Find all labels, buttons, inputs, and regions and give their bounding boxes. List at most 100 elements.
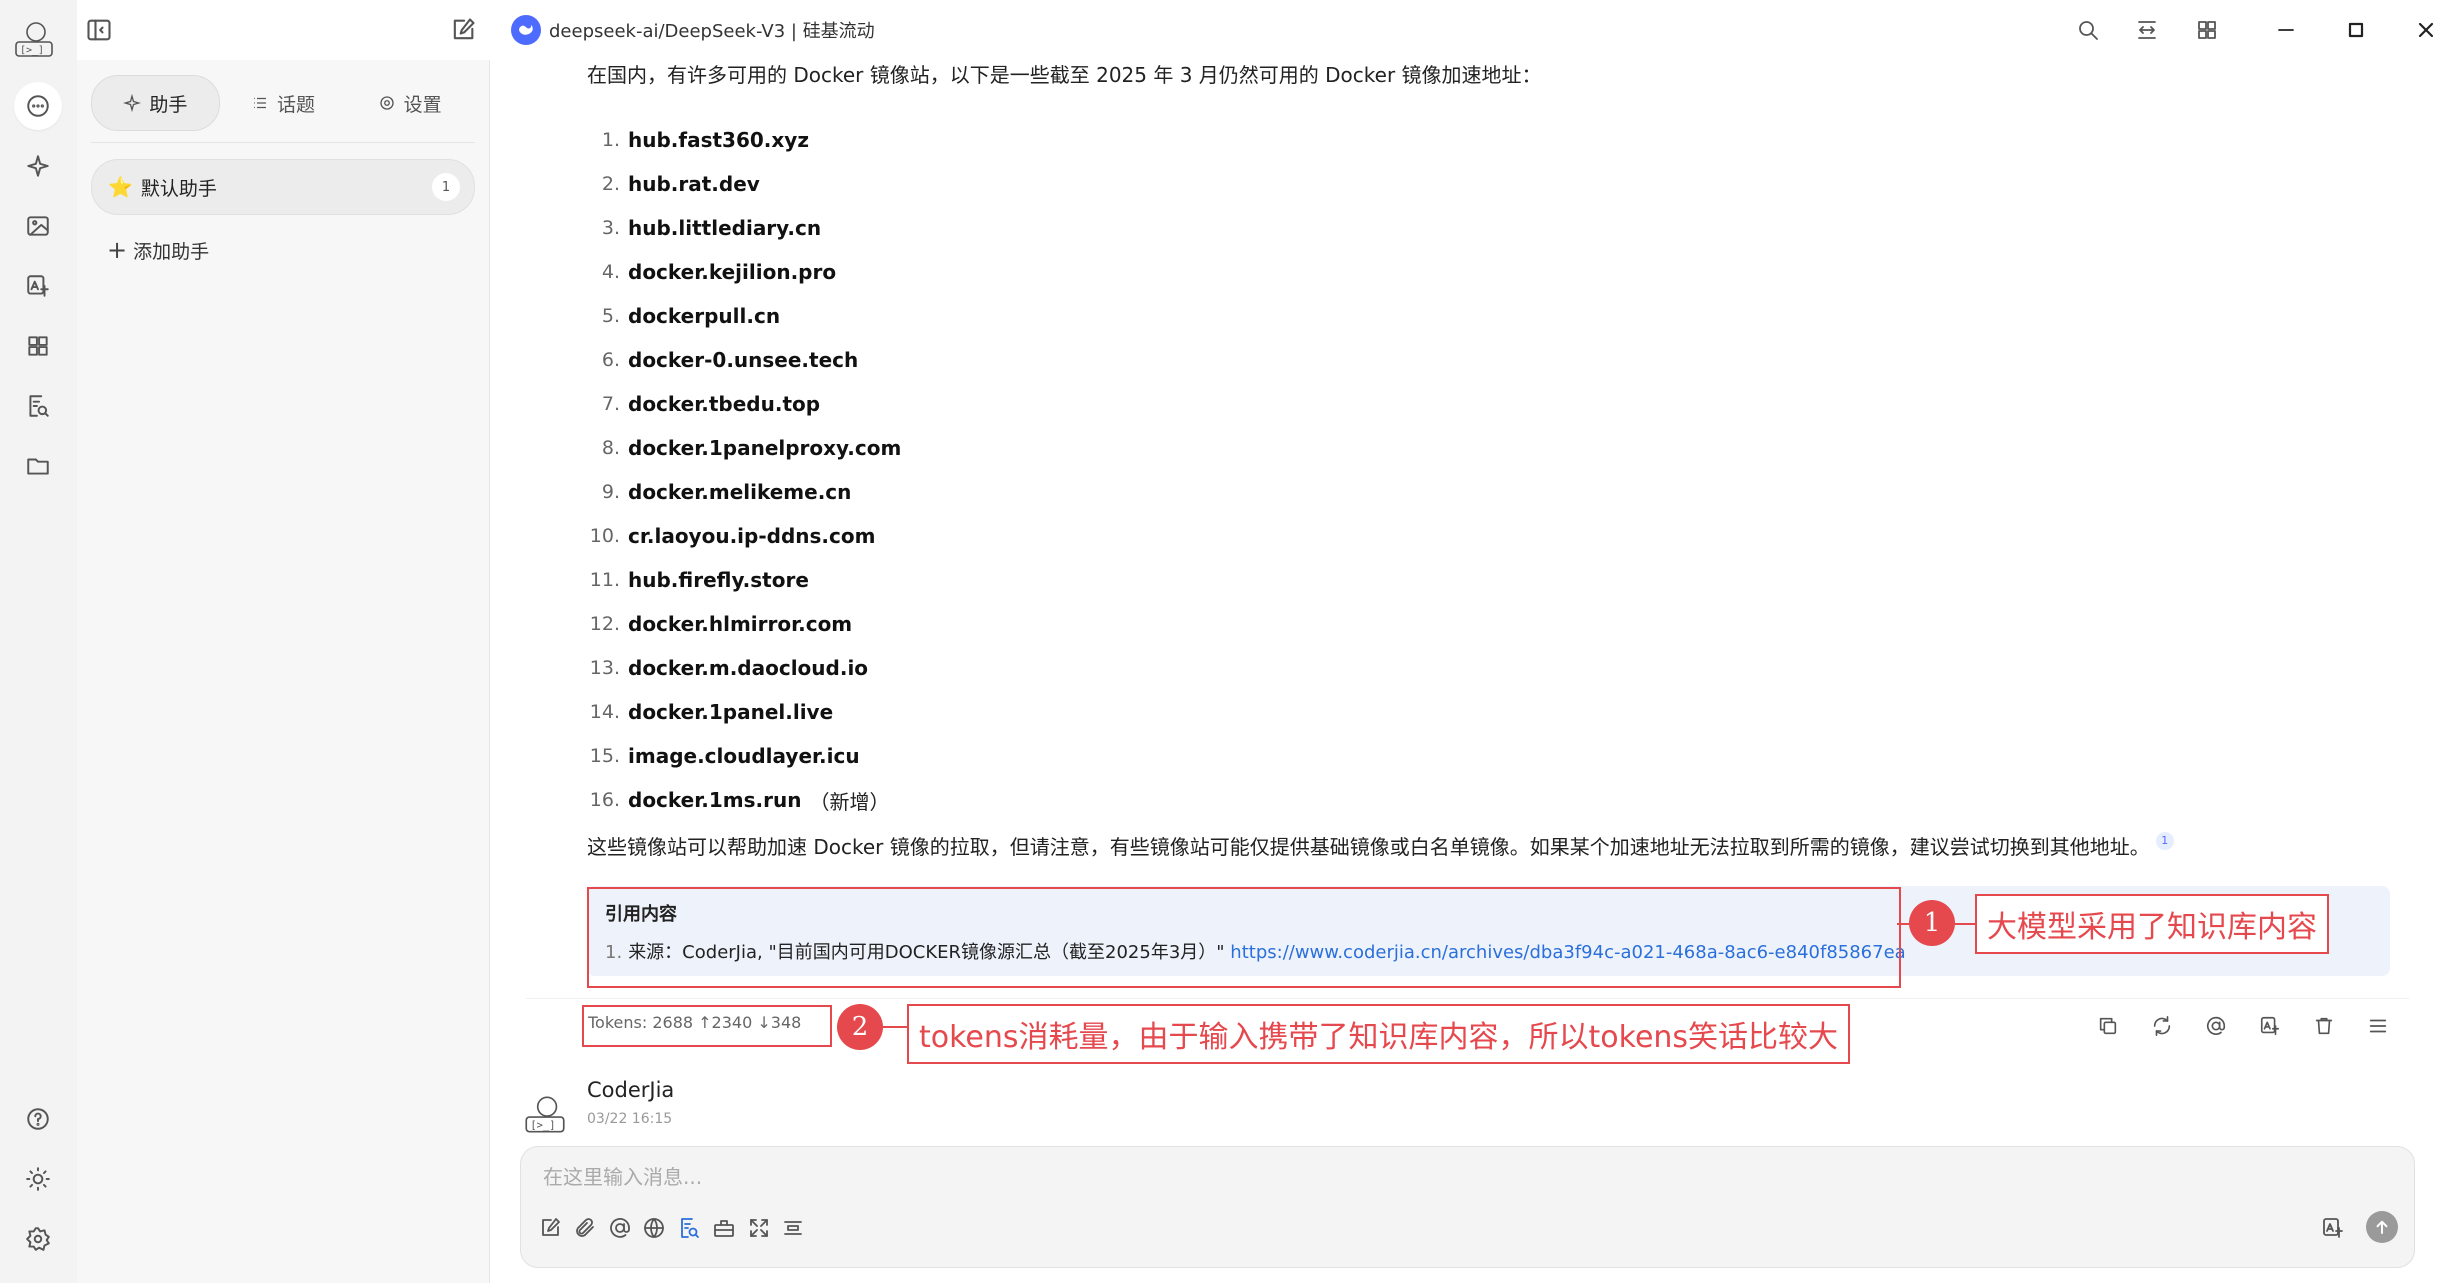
- close-icon: [2418, 22, 2434, 38]
- mirror-host: docker.melikeme.cn: [628, 480, 852, 504]
- rail-knowledge-button[interactable]: [14, 382, 62, 430]
- mirror-host: docker.1ms.run: [628, 788, 802, 812]
- topic-count-badge: 1: [432, 173, 460, 201]
- close-button[interactable]: [2410, 14, 2442, 46]
- sparkle-icon: [123, 94, 142, 112]
- rail-apps-button[interactable]: [14, 322, 62, 370]
- rail-settings-button[interactable]: [14, 1215, 62, 1263]
- attachment-tool[interactable]: [568, 1211, 602, 1245]
- image-icon: [27, 216, 49, 236]
- rail-agents-button[interactable]: [14, 142, 62, 190]
- expand-horizontal-icon: [2138, 21, 2156, 39]
- mirror-host: cr.laoyou.ip-ddns.com: [628, 524, 876, 548]
- translate-icon: [2323, 1218, 2343, 1238]
- search-button[interactable]: [2072, 14, 2104, 46]
- clear-tool[interactable]: [776, 1211, 810, 1245]
- avatar: [>_]: [520, 1092, 570, 1138]
- assistant-name: 默认助手: [140, 177, 217, 200]
- more-menu-button[interactable]: [2362, 1010, 2394, 1042]
- new-topic-tool[interactable]: [533, 1211, 567, 1245]
- mirror-host: hub.rat.dev: [628, 172, 760, 196]
- annotation-box-reference: [587, 887, 1901, 988]
- web-search-tool[interactable]: [637, 1211, 671, 1245]
- new-topic-icon[interactable]: [449, 16, 477, 44]
- folder-icon: [27, 458, 49, 475]
- translate-input-tool[interactable]: [2316, 1211, 2350, 1245]
- fullscreen-tool[interactable]: [742, 1211, 776, 1245]
- grid-icon: [2198, 21, 2216, 39]
- knowledge-base-icon: [681, 1218, 699, 1238]
- list-number: 5.: [601, 305, 620, 327]
- apps-icon: [28, 336, 48, 356]
- star-icon: ⭐: [108, 175, 133, 199]
- rail-image-button[interactable]: [14, 202, 62, 250]
- list-number: 9.: [601, 481, 620, 503]
- mirror-host: hub.littlediary.cn: [628, 216, 822, 240]
- annotation-box-tokens: [582, 1005, 832, 1047]
- add-assistant-button[interactable]: + 添加助手: [107, 236, 209, 264]
- mention-model-tool[interactable]: [603, 1211, 637, 1245]
- list-number: 13.: [589, 657, 620, 679]
- layout-button[interactable]: [2191, 14, 2223, 46]
- list-number: 14.: [589, 701, 620, 723]
- expand-width-button[interactable]: [2131, 14, 2163, 46]
- toolbox-tool[interactable]: [707, 1211, 741, 1245]
- tab-topics[interactable]: 话题: [220, 76, 347, 130]
- list-number: 1.: [601, 129, 620, 151]
- delete-icon: [2315, 1017, 2333, 1035]
- plus-icon: +: [107, 236, 128, 264]
- annotation-connector: [1955, 923, 1975, 925]
- citation-badge[interactable]: 1: [2155, 832, 2174, 850]
- list-number: 4.: [601, 261, 620, 283]
- list-item: 6. docker-0.unsee.tech: [587, 338, 901, 382]
- list-number: 3.: [601, 217, 620, 239]
- rail-files-button[interactable]: [14, 442, 62, 490]
- knowledge-base-tool[interactable]: [672, 1211, 706, 1245]
- send-icon: [2376, 1220, 2388, 1234]
- panel-tabs: 助手 话题 设置: [91, 75, 473, 131]
- user-name: CoderJia: [587, 1078, 675, 1102]
- list-number: 12.: [589, 613, 620, 635]
- rail-translate-button[interactable]: [14, 262, 62, 310]
- list-item: 4. docker.kejilion.pro: [587, 250, 901, 294]
- mention-button[interactable]: [2200, 1010, 2232, 1042]
- annotation-marker-2: 2: [837, 1004, 883, 1050]
- list-number: 8.: [601, 437, 620, 459]
- assistant-item-default[interactable]: ⭐ 默认助手 1: [91, 159, 475, 215]
- mirror-host: docker-0.unsee.tech: [628, 348, 859, 372]
- message-intro: 在国内，有许多可用的 Docker 镜像站，以下是一些截至 2025 年 3 月…: [587, 63, 1542, 87]
- rail-theme-button[interactable]: [14, 1155, 62, 1203]
- regenerate-icon: [2153, 1016, 2171, 1036]
- mention-icon: [2206, 1016, 2226, 1035]
- maximize-button[interactable]: [2340, 14, 2372, 46]
- tab-assistants[interactable]: 助手: [91, 75, 220, 131]
- sidebar-toggle-icon[interactable]: [85, 16, 113, 44]
- minimize-button[interactable]: [2270, 14, 2302, 46]
- list-item: 10. cr.laoyou.ip-ddns.com: [587, 514, 901, 558]
- mirror-host: docker.m.daocloud.io: [628, 656, 869, 680]
- gear-icon: [379, 96, 394, 110]
- mirror-host: hub.firefly.store: [628, 568, 809, 592]
- menu-icon: [2369, 1019, 2387, 1033]
- annotation-label-2: tokens消耗量，由于输入携带了知识库内容，所以tokens笑话比较大: [907, 1004, 1851, 1064]
- rail-help-button[interactable]: [14, 1095, 62, 1143]
- send-button[interactable]: [2366, 1211, 2398, 1243]
- copy-button[interactable]: [2092, 1010, 2124, 1042]
- list-item: 2. hub.rat.dev: [587, 162, 901, 206]
- mirror-list: 1. hub.fast360.xyz 2. hub.rat.dev 3. hub.litt…: [587, 118, 902, 822]
- mirror-host: image.cloudlayer.icu: [628, 744, 860, 768]
- svg-text:[>_]: [>_]: [530, 1120, 555, 1132]
- delete-button[interactable]: [2308, 1010, 2340, 1042]
- model-title[interactable]: deepseek-ai/DeepSeek-V3 | 硅基流动: [549, 17, 875, 43]
- rail-chat-button[interactable]: [14, 82, 62, 130]
- list-item: 15. image.cloudlayer.icu: [587, 734, 901, 778]
- model-logo-icon: [511, 15, 541, 45]
- message-input[interactable]: [541, 1161, 2245, 1193]
- app-logo-avatar[interactable]: [>_]: [10, 18, 58, 62]
- translate-button[interactable]: [2254, 1010, 2286, 1042]
- tab-settings[interactable]: 设置: [346, 76, 473, 130]
- list-icon: [254, 97, 266, 109]
- top-bar: deepseek-ai/DeepSeek-V3 | 硅基流动: [77, 0, 2445, 60]
- add-assistant-label: 添加助手: [133, 240, 210, 263]
- regenerate-button[interactable]: [2146, 1010, 2178, 1042]
